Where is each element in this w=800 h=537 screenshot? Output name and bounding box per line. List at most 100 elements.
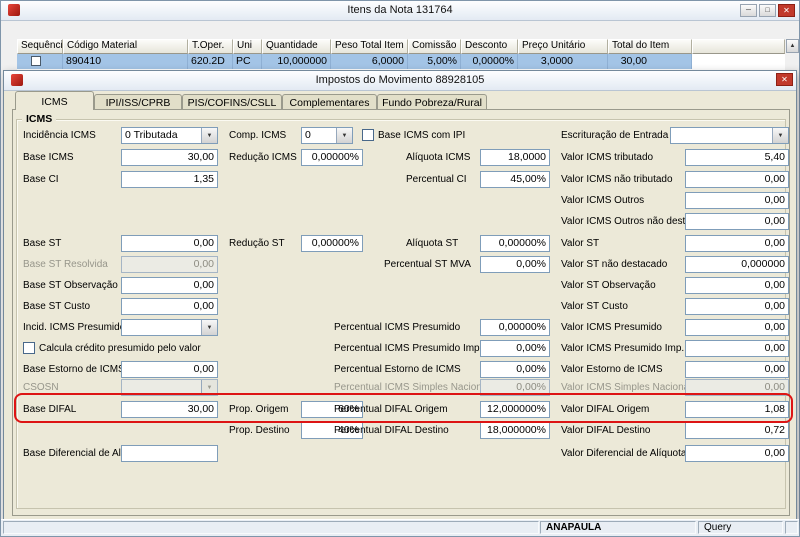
valor-icms-tributado-label: Valor ICMS tributado (561, 152, 654, 163)
row-checkbox[interactable] (31, 56, 41, 66)
reducao-st-input[interactable]: 0,00000% (301, 235, 363, 252)
valor-st-input[interactable]: 0,00 (685, 235, 789, 252)
status-panel-empty (3, 521, 539, 534)
percentual-st-mva-label: Percentual ST MVA (384, 259, 471, 270)
impostos-dialog: Impostos do Movimento 88928105 ✕ ICMS IP… (3, 70, 797, 522)
base-icms-input[interactable]: 30,00 (121, 149, 218, 166)
maximize-icon[interactable]: □ (759, 4, 776, 17)
tab-pis-cofins-csll[interactable]: PIS/COFINS/CSLL (182, 94, 282, 110)
percentual-difal-destino-input[interactable]: 18,000000% (480, 422, 550, 439)
status-mode: Query (698, 521, 783, 534)
main-window-titlebar: Itens da Nota 131764 ─ □ ✕ (1, 1, 799, 21)
incid-icms-presumido-label: Incid. ICMS Presumido (23, 322, 126, 333)
escrituracao-entrada-select[interactable]: ▼ (670, 127, 789, 144)
scroll-up-icon[interactable]: ▲ (786, 39, 799, 53)
status-grip (785, 521, 798, 534)
escrituracao-entrada-label: Escrituração de Entrada (561, 130, 669, 141)
minimize-icon[interactable]: ─ (740, 4, 757, 17)
valor-st-custo-input[interactable]: 0,00 (685, 298, 789, 315)
column-header-quantidade[interactable]: Quantidade (262, 39, 331, 54)
column-header-uni[interactable]: Uni (233, 39, 262, 54)
prop-destino-label: Prop. Destino (229, 425, 290, 436)
row-cell-comissao[interactable]: 5,00% (408, 54, 461, 69)
chevron-down-icon[interactable]: ▼ (772, 128, 788, 143)
valor-icms-presumido-input[interactable]: 0,00 (685, 319, 789, 336)
percentual-icms-presumido-label: Percentual ICMS Presumido (334, 322, 461, 333)
valor-icms-nao-tributado-input[interactable]: 0,00 (685, 171, 789, 188)
incid-icms-presumido-select[interactable]: ▼ (121, 319, 218, 336)
base-st-custo-label: Base ST Custo (23, 301, 91, 312)
percentual-icms-presumido-input[interactable]: 0,00000% (480, 319, 550, 336)
reducao-icms-input[interactable]: 0,00000% (301, 149, 363, 166)
base-ci-input[interactable]: 1,35 (121, 171, 218, 188)
aliquota-st-input[interactable]: 0,00000% (480, 235, 550, 252)
chevron-down-icon: ▼ (201, 380, 217, 395)
column-header-preco-unitario[interactable]: Preço Unitário (518, 39, 608, 54)
row-cell-uni[interactable]: PC (233, 54, 262, 69)
valor-icms-presumido-imp-pr-input[interactable]: 0,00 (685, 340, 789, 357)
chevron-down-icon[interactable]: ▼ (201, 320, 217, 335)
row-cell-total[interactable]: 30,00 (608, 54, 692, 69)
valor-difal-origem-input[interactable]: 1,08 (685, 401, 789, 418)
column-header-codigo-material[interactable]: Código Material (63, 39, 188, 54)
valor-icms-simples-label: Valor ICMS Simples Nacional (561, 382, 692, 393)
escrituracao-entrada-value (671, 128, 772, 143)
dialog-close-icon[interactable]: ✕ (776, 73, 793, 86)
base-diferencial-aliq-input[interactable] (121, 445, 218, 462)
chevron-down-icon[interactable]: ▼ (201, 128, 217, 143)
column-header-peso-total[interactable]: Peso Total Item (331, 39, 408, 54)
row-cell-desconto[interactable]: 0,0000% (461, 54, 518, 69)
column-header-desconto[interactable]: Desconto (461, 39, 518, 54)
row-cell-peso[interactable]: 6,0000 (331, 54, 408, 69)
base-estorno-icms-input[interactable]: 0,00 (121, 361, 218, 378)
base-difal-input[interactable]: 30,00 (121, 401, 218, 418)
base-icms-com-ipi-checkbox[interactable] (362, 129, 374, 141)
percentual-estorno-icms-input[interactable]: 0,00% (480, 361, 550, 378)
reducao-icms-label: Redução ICMS (229, 152, 297, 163)
valor-icms-nao-tributado-label: Valor ICMS não tributado (561, 174, 673, 185)
comp-icms-value: 0 (305, 129, 311, 141)
tab-fundo-pobreza[interactable]: Fundo Pobreza/Rural (377, 94, 487, 110)
percentual-icms-presumido-imp-pr-label: Percentual ICMS Presumido Imp. PR (334, 343, 500, 354)
valor-difal-destino-label: Valor DIFAL Destino (561, 425, 651, 436)
valor-st-nao-destacado-label: Valor ST não destacado (561, 259, 668, 270)
column-header-toper[interactable]: T.Oper. (188, 39, 233, 54)
valor-difal-destino-input[interactable]: 0,72 (685, 422, 789, 439)
percentual-icms-presumido-imp-pr-input[interactable]: 0,00% (480, 340, 550, 357)
valor-estorno-icms-label: Valor Estorno de ICMS (561, 364, 663, 375)
valor-icms-outros-nao-dest-input[interactable]: 0,00 (685, 213, 789, 230)
base-st-custo-input[interactable]: 0,00 (121, 298, 218, 315)
icms-group-label: ICMS (22, 113, 57, 125)
row-cell-toper[interactable]: 620.2D (188, 54, 233, 69)
row-cell-codigo[interactable]: 890410 (63, 54, 188, 69)
comp-icms-select[interactable]: 0 ▼ (301, 127, 353, 144)
valor-icms-outros-input[interactable]: 0,00 (685, 192, 789, 209)
column-header-sequencia[interactable]: Sequência (17, 39, 63, 54)
valor-st-observacao-input[interactable]: 0,00 (685, 277, 789, 294)
valor-estorno-icms-input[interactable]: 0,00 (685, 361, 789, 378)
base-st-observacao-input[interactable]: 0,00 (121, 277, 218, 294)
aliquota-icms-input[interactable]: 18,0000 (480, 149, 550, 166)
percentual-icms-simples-label: Percentual ICMS Simples Nacional (334, 382, 490, 393)
csosn-select: ▼ (121, 379, 218, 396)
row-cell-preco[interactable]: 3,0000 (518, 54, 608, 69)
incidencia-icms-select[interactable]: 0 Tributada ▼ (121, 127, 218, 144)
column-header-comissao[interactable]: Comissão (408, 39, 461, 54)
valor-st-nao-destacado-input[interactable]: 0,000000 (685, 256, 789, 273)
row-cell-filler (692, 54, 785, 69)
base-st-input[interactable]: 0,00 (121, 235, 218, 252)
chevron-down-icon[interactable]: ▼ (336, 128, 352, 143)
valor-icms-tributado-input[interactable]: 5,40 (685, 149, 789, 166)
tab-icms[interactable]: ICMS (15, 91, 94, 110)
percentual-difal-origem-input[interactable]: 12,000000% (480, 401, 550, 418)
close-icon[interactable]: ✕ (778, 4, 795, 17)
row-cell-quantidade[interactable]: 10,000000 (262, 54, 331, 69)
valor-diferencial-aliquota-input[interactable]: 0,00 (685, 445, 789, 462)
percentual-ci-input[interactable]: 45,00% (480, 171, 550, 188)
percentual-icms-simples-input: 0,00% (480, 379, 550, 396)
column-header-total-item[interactable]: Total do Item (608, 39, 692, 54)
tab-complementares[interactable]: Complementares (282, 94, 377, 110)
percentual-st-mva-input[interactable]: 0,00% (480, 256, 550, 273)
calcula-credito-presumido-checkbox[interactable] (23, 342, 35, 354)
tab-ipi-iss-cprb[interactable]: IPI/ISS/CPRB (94, 94, 182, 110)
